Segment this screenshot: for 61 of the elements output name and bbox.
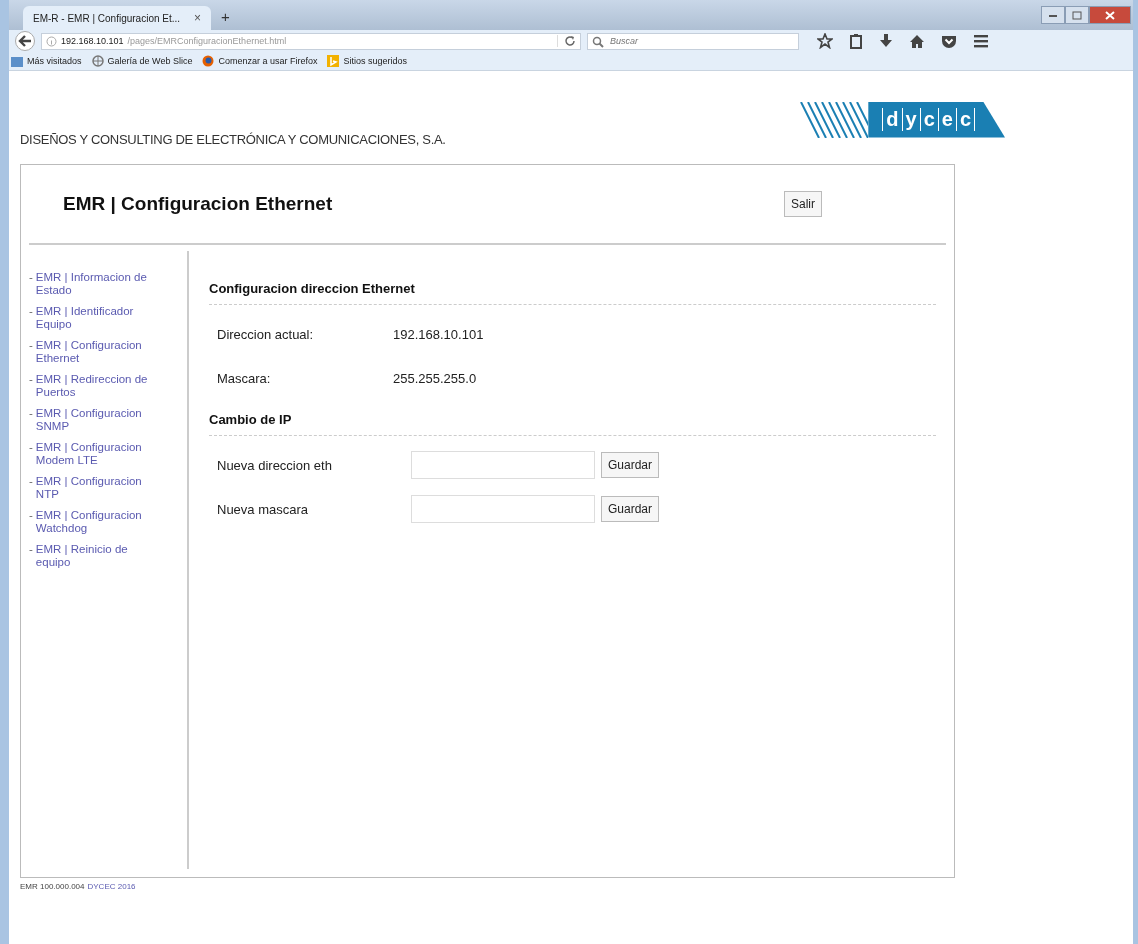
dash-marker: - bbox=[29, 339, 33, 353]
dash-marker: - bbox=[29, 305, 33, 319]
sidebar-link[interactable]: EMR | Configuracion Watchdog bbox=[35, 509, 151, 535]
field-label: Mascara: bbox=[217, 370, 272, 386]
dash-marker: - bbox=[29, 407, 33, 421]
menu-icon[interactable] bbox=[973, 34, 989, 48]
sidebar-link[interactable]: EMR | Reinicio de equipo bbox=[35, 543, 151, 569]
minimize-icon bbox=[1048, 12, 1058, 18]
sidebar-link[interactable]: EMR | Configuracion Ethernet bbox=[35, 339, 151, 365]
bookmark-item[interactable]: Más visitados bbox=[11, 55, 82, 67]
globe-icon bbox=[91, 55, 104, 67]
address-bar[interactable]: 192.168.10.101 /pages/EMRConfiguracionEthernet.html bbox=[41, 32, 581, 50]
pocket-icon[interactable] bbox=[941, 33, 957, 49]
page-title: EMR | Configuracion Ethernet bbox=[63, 193, 333, 215]
footer-link[interactable]: DYCEC 2016 bbox=[87, 882, 136, 891]
new-tab-button[interactable]: + bbox=[221, 7, 230, 29]
company-name: DISEÑOS Y CONSULTING DE ELECTRÓNICA Y COMUNICACIONES, S.A. bbox=[20, 132, 446, 147]
download-icon[interactable] bbox=[879, 33, 893, 49]
save-button[interactable]: Guardar bbox=[601, 496, 660, 522]
dash-marker: - bbox=[29, 475, 33, 489]
bookmark-item[interactable]: Sitios sugeridos bbox=[327, 55, 407, 67]
folder-icon bbox=[11, 55, 23, 67]
logout-button[interactable]: Salir bbox=[784, 191, 822, 217]
maximize-icon bbox=[1072, 10, 1082, 20]
input-field[interactable] bbox=[411, 451, 595, 479]
section-heading: Cambio de IP bbox=[209, 412, 936, 436]
logo: d y c e c bbox=[798, 101, 1005, 138]
sidebar-link[interactable]: EMR | Configuracion NTP bbox=[35, 475, 151, 501]
sidebar-link[interactable]: EMR | Identificador Equipo bbox=[35, 305, 151, 331]
field-value: 255.255.255.0 bbox=[393, 370, 477, 386]
browser-tab[interactable]: EM-R - EMR | Configuracion Et... × bbox=[23, 6, 212, 30]
reload-icon[interactable] bbox=[557, 35, 576, 47]
close-button[interactable] bbox=[1089, 6, 1131, 24]
field-label: Direccion actual: bbox=[217, 326, 315, 342]
save-button[interactable]: Guardar bbox=[601, 452, 660, 478]
search-field[interactable]: Buscar bbox=[587, 32, 799, 50]
back-button[interactable] bbox=[15, 31, 35, 51]
bookmark-item[interactable]: Comenzar a usar Firefox bbox=[202, 55, 318, 67]
star-icon[interactable] bbox=[817, 33, 833, 49]
version-text: EMR 100.000.004 bbox=[20, 882, 85, 891]
dash-marker: - bbox=[29, 509, 33, 523]
sidebar-link[interactable]: EMR | Configuracion Modem LTE bbox=[35, 441, 151, 467]
dash-marker: - bbox=[29, 271, 33, 285]
dash-marker: - bbox=[29, 543, 33, 557]
close-icon bbox=[1105, 10, 1115, 20]
close-icon[interactable]: × bbox=[194, 11, 202, 25]
bookmark-item[interactable]: Galería de Web Slice bbox=[91, 55, 193, 67]
section-heading: Configuracion direccion Ethernet bbox=[209, 281, 936, 305]
dash-marker: - bbox=[29, 373, 33, 387]
clipboard-icon[interactable] bbox=[849, 33, 863, 49]
sidebar-link[interactable]: EMR | Configuracion SNMP bbox=[35, 407, 151, 433]
info-icon bbox=[46, 35, 57, 47]
field-value: 192.168.10.101 bbox=[393, 326, 484, 342]
home-icon[interactable] bbox=[909, 33, 925, 49]
sidebar-link[interactable]: EMR | Redireccion de Puertos bbox=[35, 373, 151, 399]
dash-marker: - bbox=[29, 441, 33, 455]
field-label: Nueva mascara bbox=[217, 501, 310, 517]
sidebar-link[interactable]: EMR | Informacion de Estado bbox=[35, 271, 151, 297]
input-field[interactable] bbox=[411, 495, 595, 523]
field-label: Nueva direccion eth bbox=[217, 457, 333, 473]
minimize-button[interactable] bbox=[1041, 6, 1065, 24]
